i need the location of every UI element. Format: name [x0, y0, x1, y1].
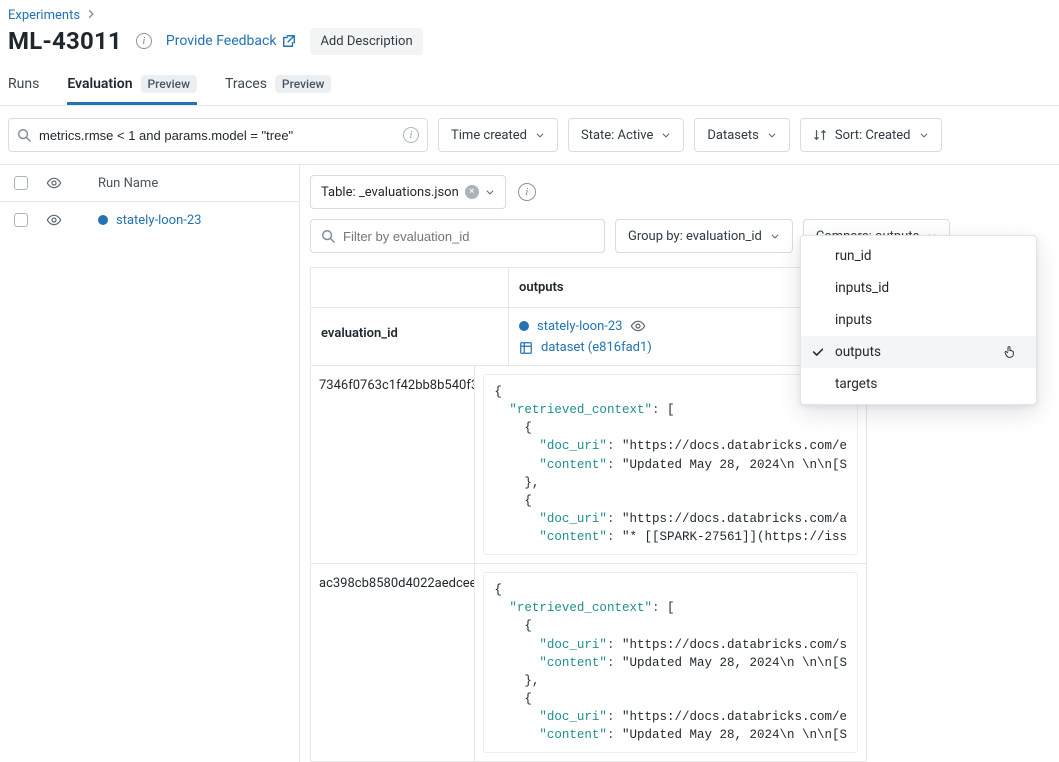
row-checkbox[interactable] — [14, 213, 28, 227]
visibility-icon[interactable] — [46, 212, 62, 228]
clear-icon[interactable]: × — [465, 185, 479, 199]
tab-runs[interactable]: Runs — [8, 66, 39, 104]
eval-row: 7346f0763c1f42bb8b540f30a{ "retrieved_co… — [311, 366, 866, 564]
chevron-right-icon — [86, 9, 96, 22]
runs-panel: Run Name stately-loon-23 — [0, 165, 300, 762]
run-name-header: Run Name — [98, 176, 158, 191]
eval-table: outputs evaluation_id stately-loon-23 da… — [310, 267, 867, 762]
breadcrumb-root[interactable]: Experiments — [8, 8, 80, 23]
evaluation-id-cell: 7346f0763c1f42bb8b540f30a — [311, 366, 475, 563]
main-split: Run Name stately-loon-23 Table: _evaluat… — [0, 164, 1059, 762]
breadcrumb: Experiments — [0, 0, 1059, 27]
eval-row: ac398cb8580d4022aedceee3{ "retrieved_con… — [311, 564, 866, 761]
chevron-down-icon — [767, 130, 777, 140]
check-icon — [811, 345, 825, 359]
visibility-icon[interactable] — [46, 175, 62, 191]
search-box[interactable]: i — [8, 118, 428, 152]
datasets-dropdown[interactable]: Datasets — [694, 118, 790, 152]
visibility-icon[interactable] — [630, 318, 646, 334]
chevron-down-icon — [535, 130, 545, 140]
preview-badge: Preview — [275, 75, 332, 93]
runs-panel-header: Run Name — [0, 165, 299, 202]
add-description-button[interactable]: Add Description — [310, 28, 422, 55]
select-all-checkbox[interactable] — [14, 176, 28, 190]
table-selector[interactable]: Table: _evaluations.json × — [310, 175, 506, 209]
tab-evaluation[interactable]: Evaluation Preview — [67, 65, 197, 105]
search-icon — [17, 128, 31, 142]
cursor-icon — [1002, 344, 1018, 360]
search-input[interactable] — [39, 128, 395, 143]
time-created-dropdown[interactable]: Time created — [438, 118, 558, 152]
compare-menu-item-outputs[interactable]: outputs — [801, 336, 1036, 368]
chevron-down-icon — [485, 187, 495, 197]
filter-box[interactable] — [310, 219, 605, 253]
compare-menu-item-inputs[interactable]: inputs — [801, 304, 1036, 336]
eval-panel: Table: _evaluations.json × i Group by: e… — [300, 165, 1059, 762]
dataset-link[interactable]: dataset (e816fad1) — [541, 340, 652, 355]
compare-menu-item-targets[interactable]: targets — [801, 368, 1036, 400]
run-link[interactable]: stately-loon-23 — [116, 213, 201, 228]
run-row[interactable]: stately-loon-23 — [0, 202, 299, 238]
evaluation-id-cell: ac398cb8580d4022aedceee3 — [311, 564, 475, 761]
json-output: { "retrieved_context": [ { "doc_uri": "h… — [483, 572, 858, 753]
external-link-icon — [282, 34, 296, 48]
toolbar: i Time created State: Active Datasets So… — [0, 106, 1059, 164]
tab-traces[interactable]: Traces Preview — [225, 65, 331, 105]
info-icon[interactable]: i — [403, 127, 419, 143]
filter-input[interactable] — [343, 229, 594, 244]
compare-menu-item-inputs_id[interactable]: inputs_id — [801, 272, 1036, 304]
dataset-icon — [519, 341, 533, 355]
state-dropdown[interactable]: State: Active — [568, 118, 684, 152]
info-icon[interactable]: i — [136, 33, 152, 49]
evaluation-id-header: evaluation_id — [311, 308, 509, 365]
sort-dropdown[interactable]: Sort: Created — [800, 118, 942, 152]
chevron-down-icon — [661, 130, 671, 140]
group-by-dropdown[interactable]: Group by: evaluation_id — [615, 219, 793, 253]
page-title: ML-43011 — [8, 27, 122, 55]
chevron-down-icon — [919, 130, 929, 140]
chevron-down-icon — [770, 231, 780, 241]
compare-menu-item-run_id[interactable]: run_id — [801, 240, 1036, 272]
title-bar: ML-43011 i Provide Feedback Add Descript… — [0, 27, 1059, 65]
status-dot-icon — [98, 215, 108, 225]
provide-feedback-link[interactable]: Provide Feedback — [166, 33, 297, 49]
run-link[interactable]: stately-loon-23 — [537, 319, 622, 334]
preview-badge: Preview — [141, 75, 198, 93]
compare-menu: run_idinputs_idinputsoutputstargets — [800, 235, 1037, 405]
tabs: Runs Evaluation Preview Traces Preview — [0, 65, 1059, 106]
sort-icon — [813, 128, 827, 142]
status-dot-icon — [519, 321, 529, 331]
search-icon — [321, 229, 335, 243]
info-icon[interactable]: i — [518, 183, 536, 201]
